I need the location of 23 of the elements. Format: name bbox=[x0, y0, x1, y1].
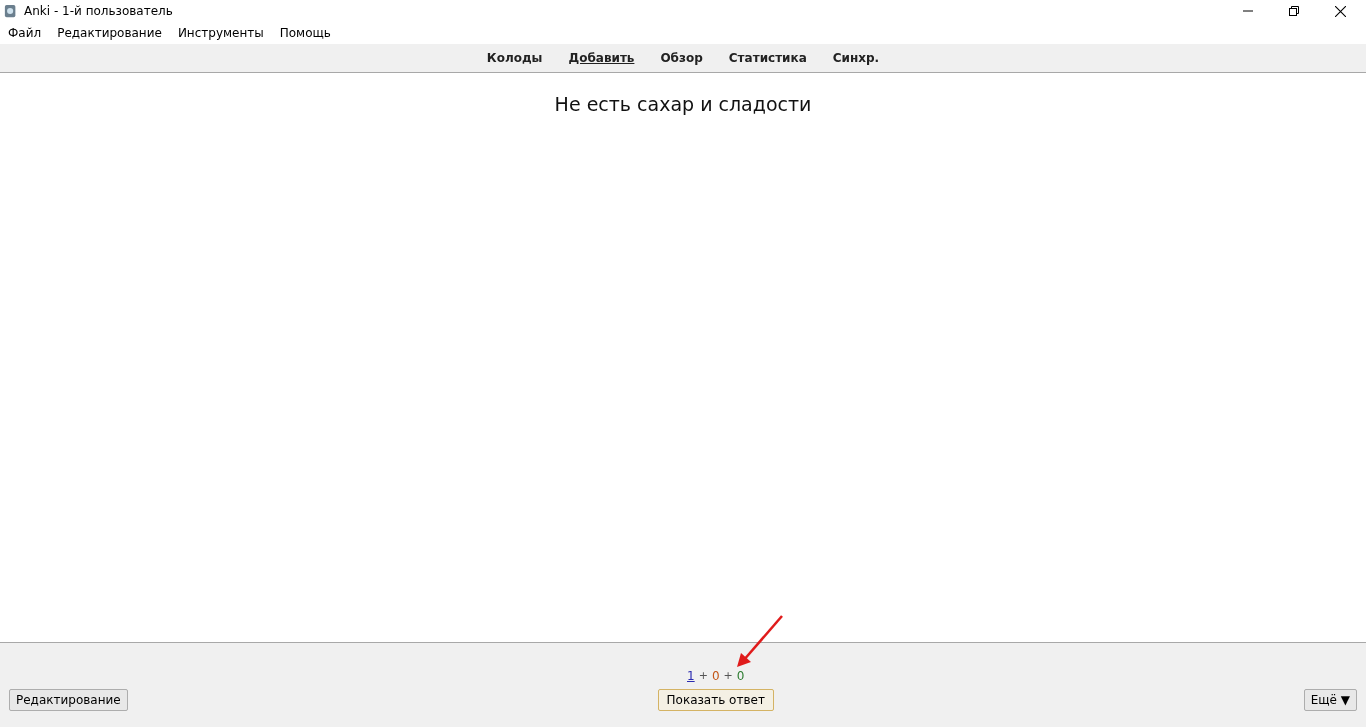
card-question: Не есть сахар и сладости bbox=[554, 93, 812, 117]
menu-item[interactable]: Помощь bbox=[279, 26, 331, 40]
show-answer-button[interactable]: Показать ответ bbox=[657, 689, 774, 711]
nav-link[interactable]: Колоды bbox=[486, 51, 543, 65]
review-count: 1 bbox=[687, 669, 695, 683]
close-icon[interactable] bbox=[1335, 5, 1346, 17]
edit-button[interactable]: Редактирование bbox=[9, 689, 128, 711]
window-title: Anki - 1-й пользователь bbox=[24, 4, 173, 18]
plus-sign: + bbox=[698, 669, 708, 683]
menu-item[interactable]: Инструменты bbox=[177, 26, 264, 40]
nav-link[interactable]: Добавить bbox=[568, 51, 635, 65]
menu-item[interactable]: Редактирование bbox=[57, 26, 162, 40]
review-count: 0 bbox=[711, 669, 720, 683]
menu-item[interactable]: Файл bbox=[8, 26, 42, 40]
nav-link[interactable]: Синхр. bbox=[832, 51, 880, 65]
nav-link[interactable]: Обзор bbox=[660, 51, 703, 65]
more-button[interactable]: Ещё ▼ bbox=[1303, 689, 1357, 711]
review-count: 0 bbox=[736, 669, 745, 683]
annotation-arrow bbox=[735, 615, 785, 669]
nav-link[interactable]: Статистика bbox=[728, 51, 807, 65]
app-logo-icon bbox=[4, 3, 18, 19]
plus-sign: + bbox=[723, 669, 733, 683]
restore-icon[interactable] bbox=[1289, 6, 1299, 16]
